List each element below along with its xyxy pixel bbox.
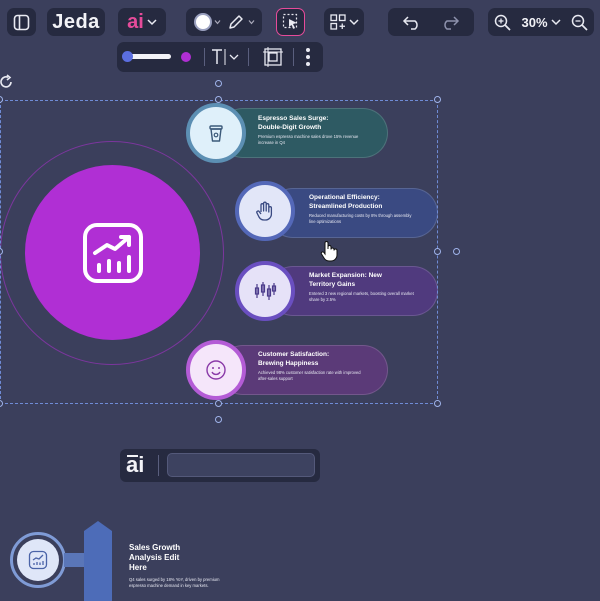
thumbnail-description: Q4 sales surged by 18% YoY, driven by pr… <box>129 577 220 588</box>
resize-handle-middle-right[interactable] <box>434 248 441 255</box>
chevron-down-icon[interactable] <box>214 19 221 25</box>
zoom-level[interactable]: 30% <box>521 15 547 30</box>
thumbnail-title: Sales Growth Analysis Edit Here <box>129 543 181 572</box>
chevron-down-icon[interactable] <box>550 18 561 26</box>
cursor-select-icon <box>282 13 297 29</box>
ai-label: ai <box>127 10 144 33</box>
hand-cursor-icon <box>320 241 338 262</box>
stroke-width-slider[interactable] <box>122 51 171 62</box>
select-tool-button[interactable] <box>276 8 305 36</box>
slider-thumb[interactable] <box>122 51 133 62</box>
selection-box[interactable] <box>0 100 438 404</box>
resize-handle-bottom-center[interactable] <box>215 400 222 407</box>
ai-prompt-bar: ai <box>120 449 320 482</box>
logo-text: Jeda <box>52 10 100 33</box>
chevron-down-icon <box>348 19 359 26</box>
ai-prompt-input[interactable] <box>167 453 315 477</box>
undo-icon[interactable] <box>402 14 422 30</box>
grid-add-icon <box>329 14 346 30</box>
color-swatch[interactable] <box>181 52 191 62</box>
frame-select-icon[interactable] <box>262 46 284 68</box>
draw-tools-group <box>186 8 262 36</box>
divider <box>248 48 249 66</box>
divider <box>293 48 294 66</box>
resize-handle-top-right[interactable] <box>434 96 441 103</box>
divider <box>158 455 159 476</box>
chevron-down-icon <box>147 19 157 26</box>
thumbnail-icon-circle <box>17 539 59 581</box>
more-vertical-icon[interactable] <box>305 47 311 67</box>
fill-color-button[interactable] <box>193 13 212 31</box>
rotate-handle-bottom[interactable] <box>215 416 222 423</box>
rotate-icon[interactable] <box>0 74 14 90</box>
ai-menu-button[interactable]: ai <box>118 8 166 36</box>
zoom-group: 30% <box>488 8 594 36</box>
divider <box>204 48 205 66</box>
context-toolbar <box>117 42 323 72</box>
rotate-handle-right[interactable] <box>453 248 460 255</box>
sidebar-panel-icon <box>13 14 30 30</box>
zoom-in-icon[interactable] <box>494 14 512 31</box>
ai-bar-label-overline <box>127 455 138 457</box>
resize-handle-top-center[interactable] <box>215 96 222 103</box>
chart-growth-icon <box>28 550 48 570</box>
text-format-icon[interactable] <box>210 47 240 67</box>
logo[interactable]: Jeda <box>47 8 105 36</box>
history-group <box>388 8 474 36</box>
chevron-down-icon[interactable] <box>248 19 255 25</box>
thumbnail-ribbon <box>84 521 112 601</box>
redo-icon[interactable] <box>440 14 460 30</box>
zoom-out-icon[interactable] <box>571 14 588 31</box>
resize-handle-bottom-left[interactable] <box>0 400 3 407</box>
rotate-handle-top[interactable] <box>215 80 222 87</box>
sidebar-toggle-button[interactable] <box>7 8 36 36</box>
pencil-icon[interactable] <box>227 13 245 31</box>
insert-components-button[interactable] <box>324 8 364 36</box>
resize-handle-bottom-right[interactable] <box>434 400 441 407</box>
